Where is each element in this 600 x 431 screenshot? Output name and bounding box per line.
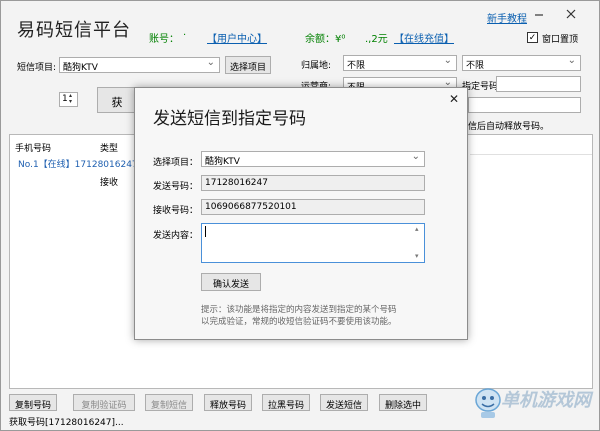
assign-number-input[interactable]: [496, 76, 581, 92]
stepper-arrows-icon[interactable]: ▴ ▾: [69, 93, 72, 105]
quantity-value: 1: [62, 94, 68, 104]
account-label: 账号：: [149, 34, 179, 45]
dialog-project-select[interactable]: 酷狗KTV: [201, 151, 425, 167]
home-select-value: 不限: [347, 61, 366, 71]
extra-input[interactable]: [468, 97, 581, 113]
app-title: 易码短信平台: [17, 20, 131, 41]
copy-code-button[interactable]: 复制验证码: [73, 394, 135, 411]
minimize-icon[interactable]: [531, 9, 547, 21]
topmost-label: 窗口置顶: [542, 35, 579, 45]
project-select[interactable]: 酷狗KTV: [59, 57, 220, 73]
status-text: 获取号码[17128016247]...: [9, 418, 124, 428]
delete-selected-button[interactable]: 删除选中: [379, 394, 427, 411]
hint-line-1: 提示：该功能是将指定的内容发送到指定的某个号码: [201, 305, 397, 315]
tutorial-link[interactable]: 新手教程: [487, 10, 527, 25]
watermark-text: 单机游戏网: [501, 390, 591, 411]
get-number-button[interactable]: 获: [97, 87, 137, 113]
release-number-button[interactable]: 释放号码: [204, 394, 252, 411]
user-center-link[interactable]: 【用户中心】: [207, 30, 273, 45]
dialog-hint: 提示：该功能是将指定的内容发送到指定的某个号码 以完成验证，常规的收短信验证码不…: [201, 304, 397, 328]
blacklist-number-button[interactable]: 拉黑号码: [262, 394, 310, 411]
topmost-checkbox[interactable]: ✓: [527, 32, 538, 43]
project-select-value: 酷狗KTV: [63, 63, 98, 73]
hint-line-2: 以完成验证，常规的收短信验证码不要使用该功能。: [201, 317, 397, 327]
copy-sms-button[interactable]: 复制短信: [145, 394, 193, 411]
copy-number-button[interactable]: 复制号码: [9, 394, 57, 411]
account-value: ·: [183, 30, 187, 41]
confirm-send-button[interactable]: 确认发送: [201, 273, 261, 291]
mascot-icon: [473, 384, 503, 420]
send-number-label: 发送号码：: [153, 182, 199, 192]
dialog-title: 发送短信到指定号码: [153, 109, 306, 129]
table-row[interactable]: No.1【在线】17128016247: [18, 157, 138, 170]
dialog-project-label: 选择项目：: [153, 158, 199, 168]
auto-release-text: 信后自动释放号码。: [468, 122, 550, 132]
dialog-project-value: 酷狗KTV: [205, 157, 240, 167]
textarea-scroll-icon[interactable]: ▴ ▾: [415, 225, 419, 261]
balance-value: .,2元: [365, 34, 388, 45]
select-project-button[interactable]: 选择项目: [225, 56, 271, 74]
send-number-value: 17128016247: [205, 178, 268, 188]
content-textarea[interactable]: [201, 223, 425, 263]
app-window: 易码短信平台 账号： · 【用户中心】 余额：¥⁰ .,2元 【在线充值】 新手…: [0, 0, 600, 431]
recv-number-label: 接收号码：: [153, 206, 199, 216]
content-label: 发送内容：: [153, 231, 199, 241]
dialog-close-icon[interactable]: ✕: [449, 92, 459, 106]
project-label: 短信项目:: [17, 63, 57, 73]
recharge-link[interactable]: 【在线充值】: [394, 30, 454, 45]
city-select[interactable]: 不限: [462, 55, 581, 71]
row-type-cell: 接收: [100, 178, 119, 188]
recv-number-field[interactable]: 1069066877520101: [201, 199, 425, 215]
balance-label: 余额：¥⁰: [305, 34, 346, 45]
col-phone-header: 手机号码: [15, 144, 52, 154]
send-sms-dialog: 发送短信到指定号码 ✕ 选择项目： 酷狗KTV 发送号码： 1712801624…: [134, 87, 468, 340]
send-sms-button[interactable]: 发送短信: [320, 394, 368, 411]
text-cursor: [205, 226, 206, 237]
col-type-header: 类型: [100, 144, 119, 154]
list-header-right: [470, 137, 592, 155]
city-select-value: 不限: [466, 61, 485, 71]
close-icon[interactable]: [563, 9, 579, 21]
send-number-field[interactable]: 17128016247: [201, 175, 425, 191]
recv-number-value: 1069066877520101: [205, 202, 297, 212]
home-select[interactable]: 不限: [343, 55, 457, 71]
home-label: 归属地:: [301, 61, 332, 71]
